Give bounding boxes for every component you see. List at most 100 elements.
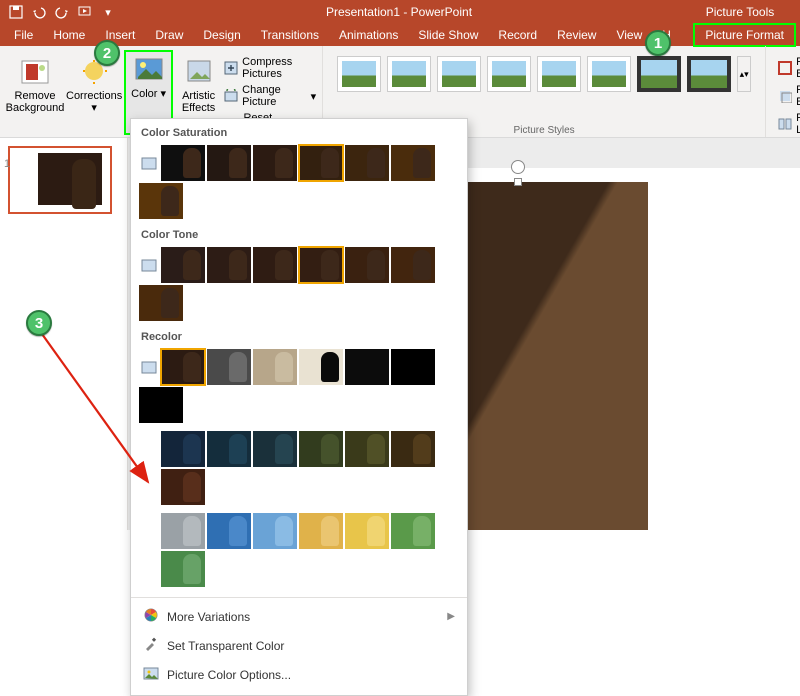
tab-draw[interactable]: Draw (145, 25, 193, 45)
recolor-swatch[interactable] (161, 431, 205, 467)
section-saturation-label: Color Saturation (131, 123, 467, 143)
tab-home[interactable]: Home (43, 25, 95, 45)
saturation-swatch[interactable] (345, 145, 389, 181)
qat-more-icon[interactable]: ▾ (98, 2, 118, 22)
recolor-swatch[interactable] (299, 513, 343, 549)
recolor-swatch[interactable] (161, 349, 205, 385)
tab-picture-format[interactable]: Picture Format (693, 23, 796, 47)
change-picture-label: Change Picture (242, 84, 306, 108)
tab-animations[interactable]: Animations (329, 25, 408, 45)
picture-effects-button[interactable]: Picture Eff (778, 84, 800, 108)
saturation-row (131, 143, 467, 225)
saturation-swatch[interactable] (207, 145, 251, 181)
chevron-down-icon: ▾ (91, 102, 97, 114)
recolor-swatch[interactable] (253, 513, 297, 549)
reset-saturation-icon[interactable] (139, 145, 159, 181)
saturation-swatch[interactable] (299, 145, 343, 181)
saturation-swatch[interactable] (139, 183, 183, 219)
save-icon[interactable] (6, 2, 26, 22)
picture-styles-gallery[interactable]: ▴▾ (329, 50, 759, 92)
border-icon (778, 60, 792, 76)
recolor-swatch[interactable] (161, 551, 205, 587)
recolor-swatch[interactable] (207, 349, 251, 385)
picture-options-icon (143, 665, 159, 684)
tone-swatch[interactable] (391, 247, 435, 283)
picture-style[interactable] (637, 56, 681, 92)
recolor-swatch[interactable] (253, 349, 297, 385)
tone-swatch[interactable] (139, 285, 183, 321)
slide-thumbnail[interactable] (8, 146, 112, 214)
tab-file[interactable]: File (4, 25, 43, 45)
color-label: Color (131, 88, 157, 100)
tab-slideshow[interactable]: Slide Show (408, 25, 488, 45)
recolor-swatch[interactable] (161, 469, 205, 505)
tone-swatch[interactable] (345, 247, 389, 283)
slide-number: 1 (4, 158, 10, 170)
saturation-swatch[interactable] (161, 145, 205, 181)
picture-style[interactable] (337, 56, 381, 92)
tone-swatch[interactable] (207, 247, 251, 283)
tab-review[interactable]: Review (547, 25, 606, 45)
tone-swatch[interactable] (253, 247, 297, 283)
saturation-swatch[interactable] (391, 145, 435, 181)
recolor-swatch[interactable] (345, 431, 389, 467)
tab-record[interactable]: Record (488, 25, 547, 45)
recolor-swatch[interactable] (391, 431, 435, 467)
resize-handle[interactable] (514, 178, 522, 186)
compress-pictures-label: Compress Pictures (242, 56, 316, 80)
remove-background-button[interactable]: Remove Background (6, 50, 64, 135)
tab-design[interactable]: Design (193, 25, 250, 45)
change-picture-icon (224, 88, 238, 104)
ribbon-tabs: File Home Insert Draw Design Transitions… (0, 24, 800, 46)
picture-color-options-label: Picture Color Options... (167, 668, 291, 682)
quick-access-toolbar: ▾ (0, 2, 118, 22)
artistic-effects-icon (183, 56, 215, 88)
set-transparent-color-item[interactable]: Set Transparent Color (131, 631, 467, 660)
context-tab-title: Picture Tools (680, 5, 800, 19)
color-icon (133, 54, 165, 86)
undo-icon[interactable] (29, 2, 49, 22)
more-variations-item[interactable]: More Variations ▶ (131, 602, 467, 631)
remove-background-label: Remove Background (6, 90, 65, 114)
recolor-swatch[interactable] (253, 431, 297, 467)
recolor-swatch[interactable] (207, 431, 251, 467)
tone-swatch[interactable] (161, 247, 205, 283)
recolor-swatch[interactable] (299, 431, 343, 467)
tone-swatch[interactable] (299, 247, 343, 283)
picture-style[interactable] (387, 56, 431, 92)
picture-border-button[interactable]: Picture Bo (778, 56, 800, 80)
saturation-swatch[interactable] (253, 145, 297, 181)
picture-style[interactable] (587, 56, 631, 92)
callout-arrow (30, 320, 160, 500)
recolor-row-1 (131, 347, 467, 429)
recolor-swatch[interactable] (391, 513, 435, 549)
picture-layout-label: Picture Lay (796, 112, 800, 136)
start-from-beginning-icon[interactable] (75, 2, 95, 22)
remove-background-icon (19, 56, 51, 88)
picture-style[interactable] (487, 56, 531, 92)
picture-style[interactable] (687, 56, 731, 92)
recolor-swatch[interactable] (161, 513, 205, 549)
layout-icon (778, 116, 792, 132)
recolor-swatch[interactable] (345, 349, 389, 385)
picture-color-options-item[interactable]: Picture Color Options... (131, 660, 467, 689)
recolor-swatch[interactable] (345, 513, 389, 549)
tab-transitions[interactable]: Transitions (251, 25, 329, 45)
compress-icon (224, 60, 238, 76)
corrections-label: Corrections (66, 90, 122, 102)
recolor-swatch[interactable] (207, 513, 251, 549)
callout-1: 1 (645, 30, 671, 56)
recolor-swatch[interactable] (299, 349, 343, 385)
redo-icon[interactable] (52, 2, 72, 22)
reset-tone-icon[interactable] (139, 247, 159, 283)
picture-style[interactable] (537, 56, 581, 92)
rotate-handle[interactable] (511, 160, 525, 174)
compress-pictures-button[interactable]: Compress Pictures (224, 56, 316, 80)
picture-layout-button[interactable]: Picture Lay (778, 112, 800, 136)
slide-thumb-image (38, 153, 102, 205)
gallery-more-icon[interactable]: ▴▾ (737, 56, 751, 92)
picture-style[interactable] (437, 56, 481, 92)
section-recolor-label: Recolor (131, 327, 467, 347)
change-picture-button[interactable]: Change Picture ▾ (224, 84, 316, 108)
recolor-swatch[interactable] (391, 349, 435, 385)
